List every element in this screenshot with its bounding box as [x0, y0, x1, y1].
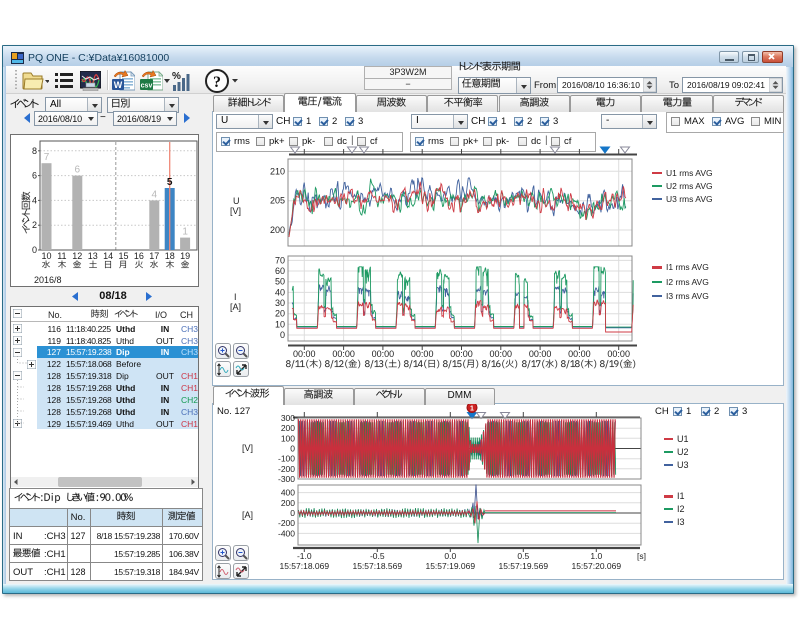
svg-text:0: 0: [32, 245, 37, 255]
svg-text:10: 10: [41, 251, 51, 261]
svg-text:15:57:19.569: 15:57:19.569: [498, 561, 548, 571]
svg-text:15:57:18.069: 15:57:18.069: [279, 561, 329, 571]
svg-text:50: 50: [275, 277, 285, 287]
svg-text:1.0: 1.0: [590, 551, 602, 561]
svg-text:00:00: 00:00: [490, 349, 513, 359]
svg-text:%: %: [172, 71, 181, 82]
svg-text:-200: -200: [278, 518, 295, 528]
svg-text:-200: -200: [278, 464, 295, 474]
svg-text:13: 13: [88, 251, 98, 261]
svg-text:11: 11: [57, 251, 66, 261]
svg-text:210: 210: [270, 166, 285, 176]
svg-text:0.0: 0.0: [444, 551, 456, 561]
svg-text:15:57:19.069: 15:57:19.069: [425, 561, 475, 571]
svg-text:1: 1: [182, 227, 188, 238]
svg-text:[s]: [s]: [637, 551, 646, 561]
svg-text:0.5: 0.5: [517, 551, 529, 561]
svg-text:10: 10: [275, 319, 285, 329]
svg-text:16: 16: [134, 251, 144, 261]
svg-text:400: 400: [281, 488, 295, 498]
svg-text:-400: -400: [278, 528, 295, 538]
svg-text:15:57:18.569: 15:57:18.569: [352, 561, 402, 571]
svg-text:00:00: 00:00: [450, 349, 473, 359]
svg-text:18: 18: [165, 251, 175, 261]
svg-text:205: 205: [270, 196, 285, 206]
svg-text:-0.5: -0.5: [370, 551, 385, 561]
svg-text:15: 15: [118, 251, 128, 261]
svg-text:?: ?: [213, 74, 221, 91]
svg-text:12: 12: [72, 251, 82, 261]
svg-text:0: 0: [280, 330, 285, 340]
svg-text:0: 0: [290, 508, 295, 518]
svg-text:5: 5: [167, 177, 173, 188]
svg-text:15:57:20.069: 15:57:20.069: [571, 561, 621, 571]
svg-text:-100: -100: [278, 454, 295, 464]
svg-text:csv: csv: [141, 83, 153, 90]
svg-text:70: 70: [275, 255, 285, 265]
svg-text:40: 40: [275, 287, 285, 297]
svg-text:00:00: 00:00: [332, 349, 355, 359]
svg-text:00:00: 00:00: [293, 349, 316, 359]
svg-text:14: 14: [103, 251, 113, 261]
svg-text:00:00: 00:00: [529, 349, 552, 359]
svg-text:300: 300: [281, 413, 295, 423]
svg-text:20: 20: [275, 309, 285, 319]
svg-text:00:00: 00:00: [568, 349, 591, 359]
svg-text:4: 4: [152, 189, 158, 200]
svg-text:6: 6: [32, 171, 37, 181]
svg-text:200: 200: [281, 423, 295, 433]
svg-text:0: 0: [290, 444, 295, 454]
svg-text:W: W: [114, 80, 123, 90]
svg-text:7: 7: [44, 152, 50, 163]
svg-text:6: 6: [75, 165, 81, 176]
svg-text:00:00: 00:00: [372, 349, 395, 359]
svg-text:200: 200: [270, 225, 285, 235]
svg-text:00:00: 00:00: [607, 349, 630, 359]
svg-text:100: 100: [281, 433, 295, 443]
svg-text:200: 200: [281, 498, 295, 508]
svg-text:00:00: 00:00: [411, 349, 434, 359]
svg-text:-300: -300: [278, 474, 295, 484]
svg-text:30: 30: [275, 298, 285, 308]
svg-text:1: 1: [470, 406, 474, 413]
svg-text:-1.0: -1.0: [297, 551, 312, 561]
svg-text:60: 60: [275, 266, 285, 276]
svg-text:17: 17: [149, 251, 159, 261]
svg-text:8: 8: [32, 146, 37, 156]
svg-text:19: 19: [180, 251, 190, 261]
